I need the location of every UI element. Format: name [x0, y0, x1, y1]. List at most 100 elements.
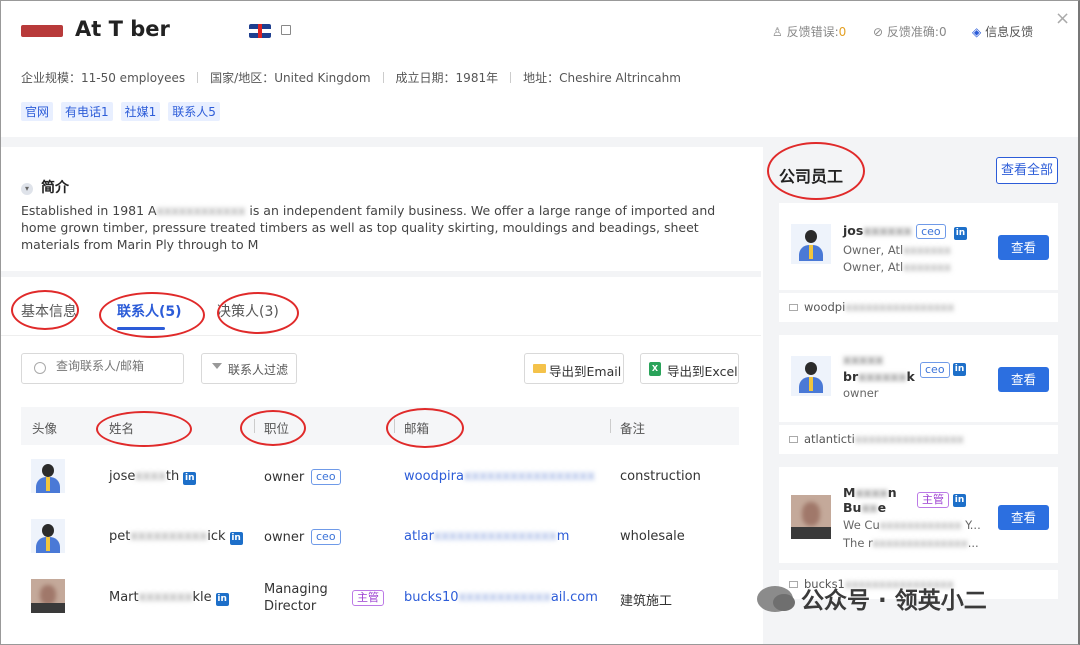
contact-position: Managing Director — [264, 582, 328, 614]
linkedin-icon[interactable]: in — [953, 363, 966, 376]
employee-title: Owner, Atlxxxxxxx — [843, 243, 951, 257]
th-name: 姓名 — [109, 421, 135, 436]
contact-name[interactable]: josexxxxth in — [109, 469, 197, 485]
contact-filter-button[interactable]: 联系人过滤 — [201, 353, 297, 384]
table-row[interactable]: petxxxxxxxxxxick in owner ceo atlarxxxxxx… — [21, 506, 739, 566]
intro-title[interactable]: ▾ 简介 — [21, 177, 69, 197]
employee-title: The rxxxxxxxxxxxxxx... — [843, 536, 979, 550]
copy-icon[interactable] — [281, 25, 291, 35]
employee-name[interactable]: josxxxxxx ceo in — [843, 223, 967, 240]
bulb-icon: ♙ — [772, 25, 783, 39]
employee-email[interactable]: woodpixxxxxxxxxxxxxxxx — [779, 293, 1058, 322]
th-email: 邮箱 — [404, 421, 430, 436]
avatar — [31, 519, 65, 553]
contact-position: owner — [264, 470, 305, 485]
employee-card: xxxxx brxxxxxxk ceo in owner 查看 — [779, 335, 1058, 422]
contact-note: 建筑施工 — [620, 594, 673, 609]
role-badge: ceo — [920, 362, 950, 378]
employees-panel: 公司员工 查看全部 josxxxxxx ceo in Owner, Atlxxx… — [763, 147, 1078, 644]
search-icon — [34, 362, 46, 374]
employee-title: owner — [843, 386, 879, 400]
avatar — [31, 459, 65, 493]
role-badge: ceo — [311, 529, 341, 545]
table-row[interactable]: Martxxxxxxxkle in Managing Director 主管 buc… — [21, 566, 739, 626]
avatar-photo — [791, 495, 831, 539]
th-avatar: 头像 — [32, 421, 58, 436]
close-icon[interactable]: × — [1055, 8, 1070, 29]
company-meta: 企业规模：11-50 employees 国家/地区：United Kingdom… — [21, 71, 681, 85]
view-employee-button[interactable]: 查看 — [998, 505, 1049, 530]
tab-bar: 基本信息 联系人(5) 决策人(3) — [1, 277, 761, 337]
collapse-icon[interactable]: ▾ — [21, 183, 33, 195]
tab-basic-info[interactable]: 基本信息 — [21, 301, 77, 321]
th-position: 职位 — [264, 421, 290, 436]
feedback-error[interactable]: ♙ 反馈错误:0 — [772, 23, 846, 40]
employees-title: 公司员工 — [779, 167, 844, 186]
mail-icon — [533, 364, 546, 373]
company-logo — [21, 25, 63, 37]
role-badge: 主管 — [352, 590, 384, 606]
employee-email[interactable]: atlantictixxxxxxxxxxxxxxxx — [779, 425, 1058, 454]
contact-email[interactable]: bucks10xxxxxxxxxxxxail.com — [404, 590, 598, 605]
tag-contacts[interactable]: 联系人5 — [168, 102, 220, 121]
linkedin-icon[interactable]: in — [953, 494, 966, 507]
contact-email[interactable]: atlarxxxxxxxxxxxxxxxxm — [404, 529, 569, 544]
contact-search[interactable] — [21, 353, 184, 384]
mail-icon — [789, 304, 798, 311]
contact-note: wholesale — [620, 529, 685, 544]
mail-icon — [789, 436, 798, 443]
company-header: At T ber ♙ 反馈错误:0 ⊘ 反馈准确:0 ◈ 信息反馈 × 企业规模… — [1, 1, 1078, 137]
tab-contacts[interactable]: 联系人(5) — [117, 301, 182, 321]
contact-position: owner — [264, 530, 305, 545]
diamond-icon: ◈ — [972, 25, 982, 39]
employee-name[interactable]: Mxxxxn Buxxe — [843, 485, 897, 515]
tag-social[interactable]: 社媒1 — [120, 102, 161, 121]
role-badge: 主管 — [917, 492, 949, 508]
export-excel-button[interactable]: X 导出到Excel — [640, 353, 739, 384]
contact-email[interactable]: woodpiraxxxxxxxxxxxxxxxxx — [404, 469, 595, 484]
view-employee-button[interactable]: 查看 — [998, 367, 1049, 392]
avatar — [791, 356, 831, 396]
view-all-button[interactable]: 查看全部 — [996, 157, 1058, 184]
filter-icon — [212, 363, 222, 374]
export-email-button[interactable]: 导出到Email — [524, 353, 624, 384]
linkedin-icon[interactable]: in — [183, 472, 197, 485]
intro-section: ▾ 简介 Established in 1981 Axxxxxxxxxxxx is… — [1, 147, 761, 271]
tag-website[interactable]: 官网 — [21, 102, 54, 121]
wechat-icon — [757, 586, 795, 612]
company-detail-window: At T ber ♙ 反馈错误:0 ⊘ 反馈准确:0 ◈ 信息反馈 × 企业规模… — [0, 0, 1080, 645]
tab-divider — [1, 335, 761, 336]
role-badge: ceo — [916, 224, 946, 239]
contact-name[interactable]: Martxxxxxxxkle in — [109, 590, 229, 606]
contacts-table-header: 头像 姓名 职位 邮箱 备注 — [21, 407, 739, 445]
company-name: At T ber — [75, 17, 170, 41]
search-input[interactable] — [56, 359, 176, 373]
tab-decision-makers[interactable]: 决策人(3) — [217, 301, 279, 321]
watermark: 公众号 · 领英小二 — [757, 581, 987, 615]
intro-text: Established in 1981 Axxxxxxxxxxxx is an … — [21, 203, 716, 252]
linkedin-icon[interactable]: in — [215, 593, 229, 606]
active-tab-indicator — [117, 327, 165, 330]
employee-card: Mxxxxn Buxxe 主管 in We Cuxxxxxxxxxxxx Y..… — [779, 467, 1058, 563]
view-employee-button[interactable]: 查看 — [998, 235, 1049, 260]
contact-note: construction — [620, 469, 701, 484]
uk-flag-icon — [249, 24, 271, 38]
tag-phone[interactable]: 有电话1 — [61, 102, 113, 121]
role-badge: ceo — [311, 469, 341, 485]
employee-name[interactable]: xxxxx brxxxxxxk — [843, 351, 915, 385]
avatar-photo — [31, 579, 65, 613]
employee-title: Owner, Atlxxxxxxx — [843, 260, 951, 274]
contact-name[interactable]: petxxxxxxxxxxick in — [109, 529, 243, 545]
info-feedback-link[interactable]: ◈ 信息反馈 — [972, 23, 1033, 40]
employee-card: josxxxxxx ceo in Owner, Atlxxxxxxx Owner… — [779, 203, 1058, 290]
company-tags: 官网 有电话1 社媒1 联系人5 — [21, 102, 220, 121]
excel-icon: X — [649, 362, 661, 376]
linkedin-icon[interactable]: in — [953, 227, 967, 240]
section-divider — [1, 137, 1078, 147]
avatar — [791, 224, 831, 264]
table-row[interactable]: josexxxxth in owner ceo woodpiraxxxxxxxxx… — [21, 446, 739, 506]
linkedin-icon[interactable]: in — [229, 532, 243, 545]
th-note: 备注 — [620, 421, 646, 436]
check-circle-icon: ⊘ — [873, 25, 884, 39]
feedback-accurate[interactable]: ⊘ 反馈准确:0 — [873, 23, 947, 40]
